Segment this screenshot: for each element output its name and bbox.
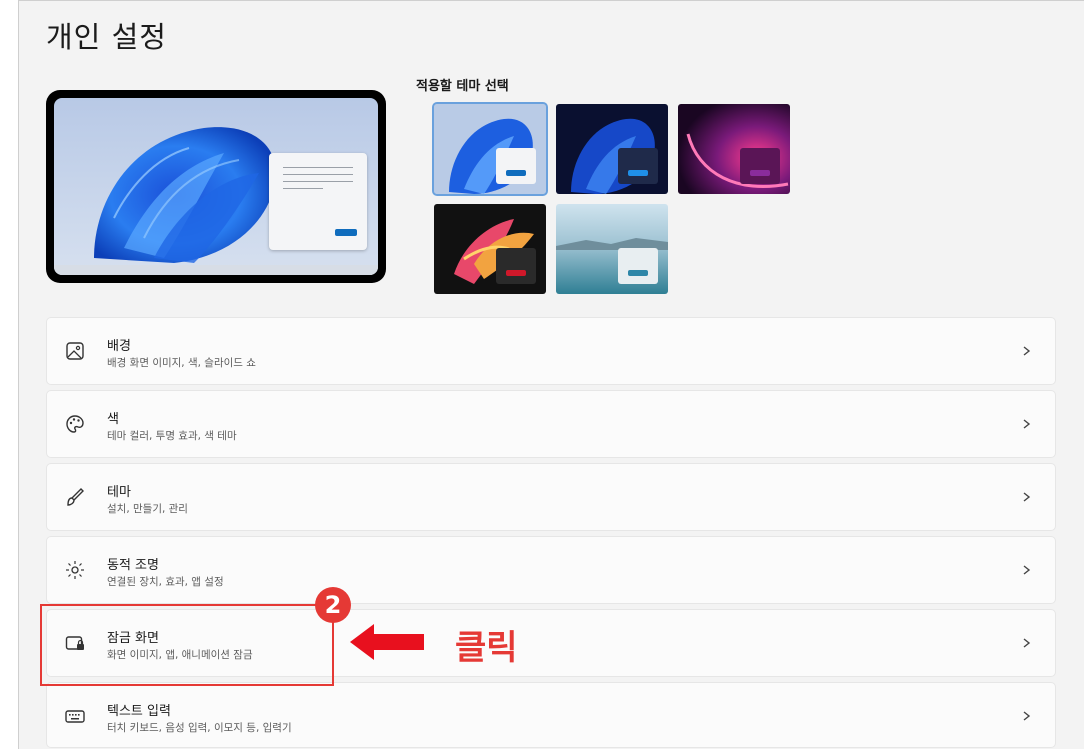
settings-row-subtitle: 터치 키보드, 음성 입력, 이모지 등, 입력기 (107, 722, 292, 734)
page-title: 개인 설정 (46, 20, 167, 54)
highlight-box (40, 604, 334, 686)
brush-icon (64, 486, 86, 508)
settings-row-title: 동적 조명 (107, 558, 159, 573)
settings-row-title: 테마 (107, 485, 131, 500)
theme-picker (432, 102, 794, 296)
theme-thumb-glow[interactable] (678, 104, 790, 194)
theme-thumb-windows-light[interactable] (432, 102, 548, 196)
chevron-right-icon (1019, 340, 1033, 362)
settings-row-background[interactable]: 배경 배경 화면 이미지, 색, 슬라이드 쇼 (46, 317, 1056, 385)
keyboard-icon (64, 705, 86, 727)
theme-preview (46, 90, 386, 283)
step-badge: 2 (315, 587, 351, 623)
lighting-icon (64, 559, 86, 581)
settings-row-themes[interactable]: 테마 설치, 만들기, 관리 (46, 463, 1056, 531)
chevron-right-icon (1019, 632, 1033, 654)
theme-thumb-captured-motion[interactable] (434, 204, 546, 294)
chevron-right-icon (1019, 486, 1033, 508)
settings-row-subtitle: 배경 화면 이미지, 색, 슬라이드 쇼 (107, 357, 256, 369)
settings-row-subtitle: 연결된 장치, 효과, 앱 설정 (107, 576, 224, 588)
chevron-right-icon (1019, 413, 1033, 435)
settings-row-title: 색 (107, 412, 119, 427)
settings-row-title: 텍스트 입력 (107, 704, 171, 719)
settings-row-subtitle: 테마 컬러, 투명 효과, 색 테마 (107, 430, 237, 442)
theme-thumb-flow[interactable] (556, 204, 668, 294)
theme-thumb-windows-dark[interactable] (556, 104, 668, 194)
theme-picker-heading: 적용할 테마 선택 (416, 79, 509, 94)
preview-window (269, 153, 367, 250)
image-icon (64, 340, 86, 362)
click-label: 클릭 (455, 628, 518, 668)
chevron-right-icon (1019, 559, 1033, 581)
palette-icon (64, 413, 86, 435)
settings-row-dynamic-lighting[interactable]: 동적 조명 연결된 장치, 효과, 앱 설정 (46, 536, 1056, 604)
preview-taskbar (54, 265, 378, 275)
settings-row-text-input[interactable]: 텍스트 입력 터치 키보드, 음성 입력, 이모지 등, 입력기 (46, 682, 1056, 748)
settings-row-subtitle: 설치, 만들기, 관리 (107, 503, 188, 515)
settings-row-colors[interactable]: 색 테마 컬러, 투명 효과, 색 테마 (46, 390, 1056, 458)
preview-wallpaper (54, 98, 378, 275)
left-arrow-icon (350, 622, 428, 662)
chevron-right-icon (1019, 705, 1033, 727)
settings-row-title: 배경 (107, 339, 131, 354)
